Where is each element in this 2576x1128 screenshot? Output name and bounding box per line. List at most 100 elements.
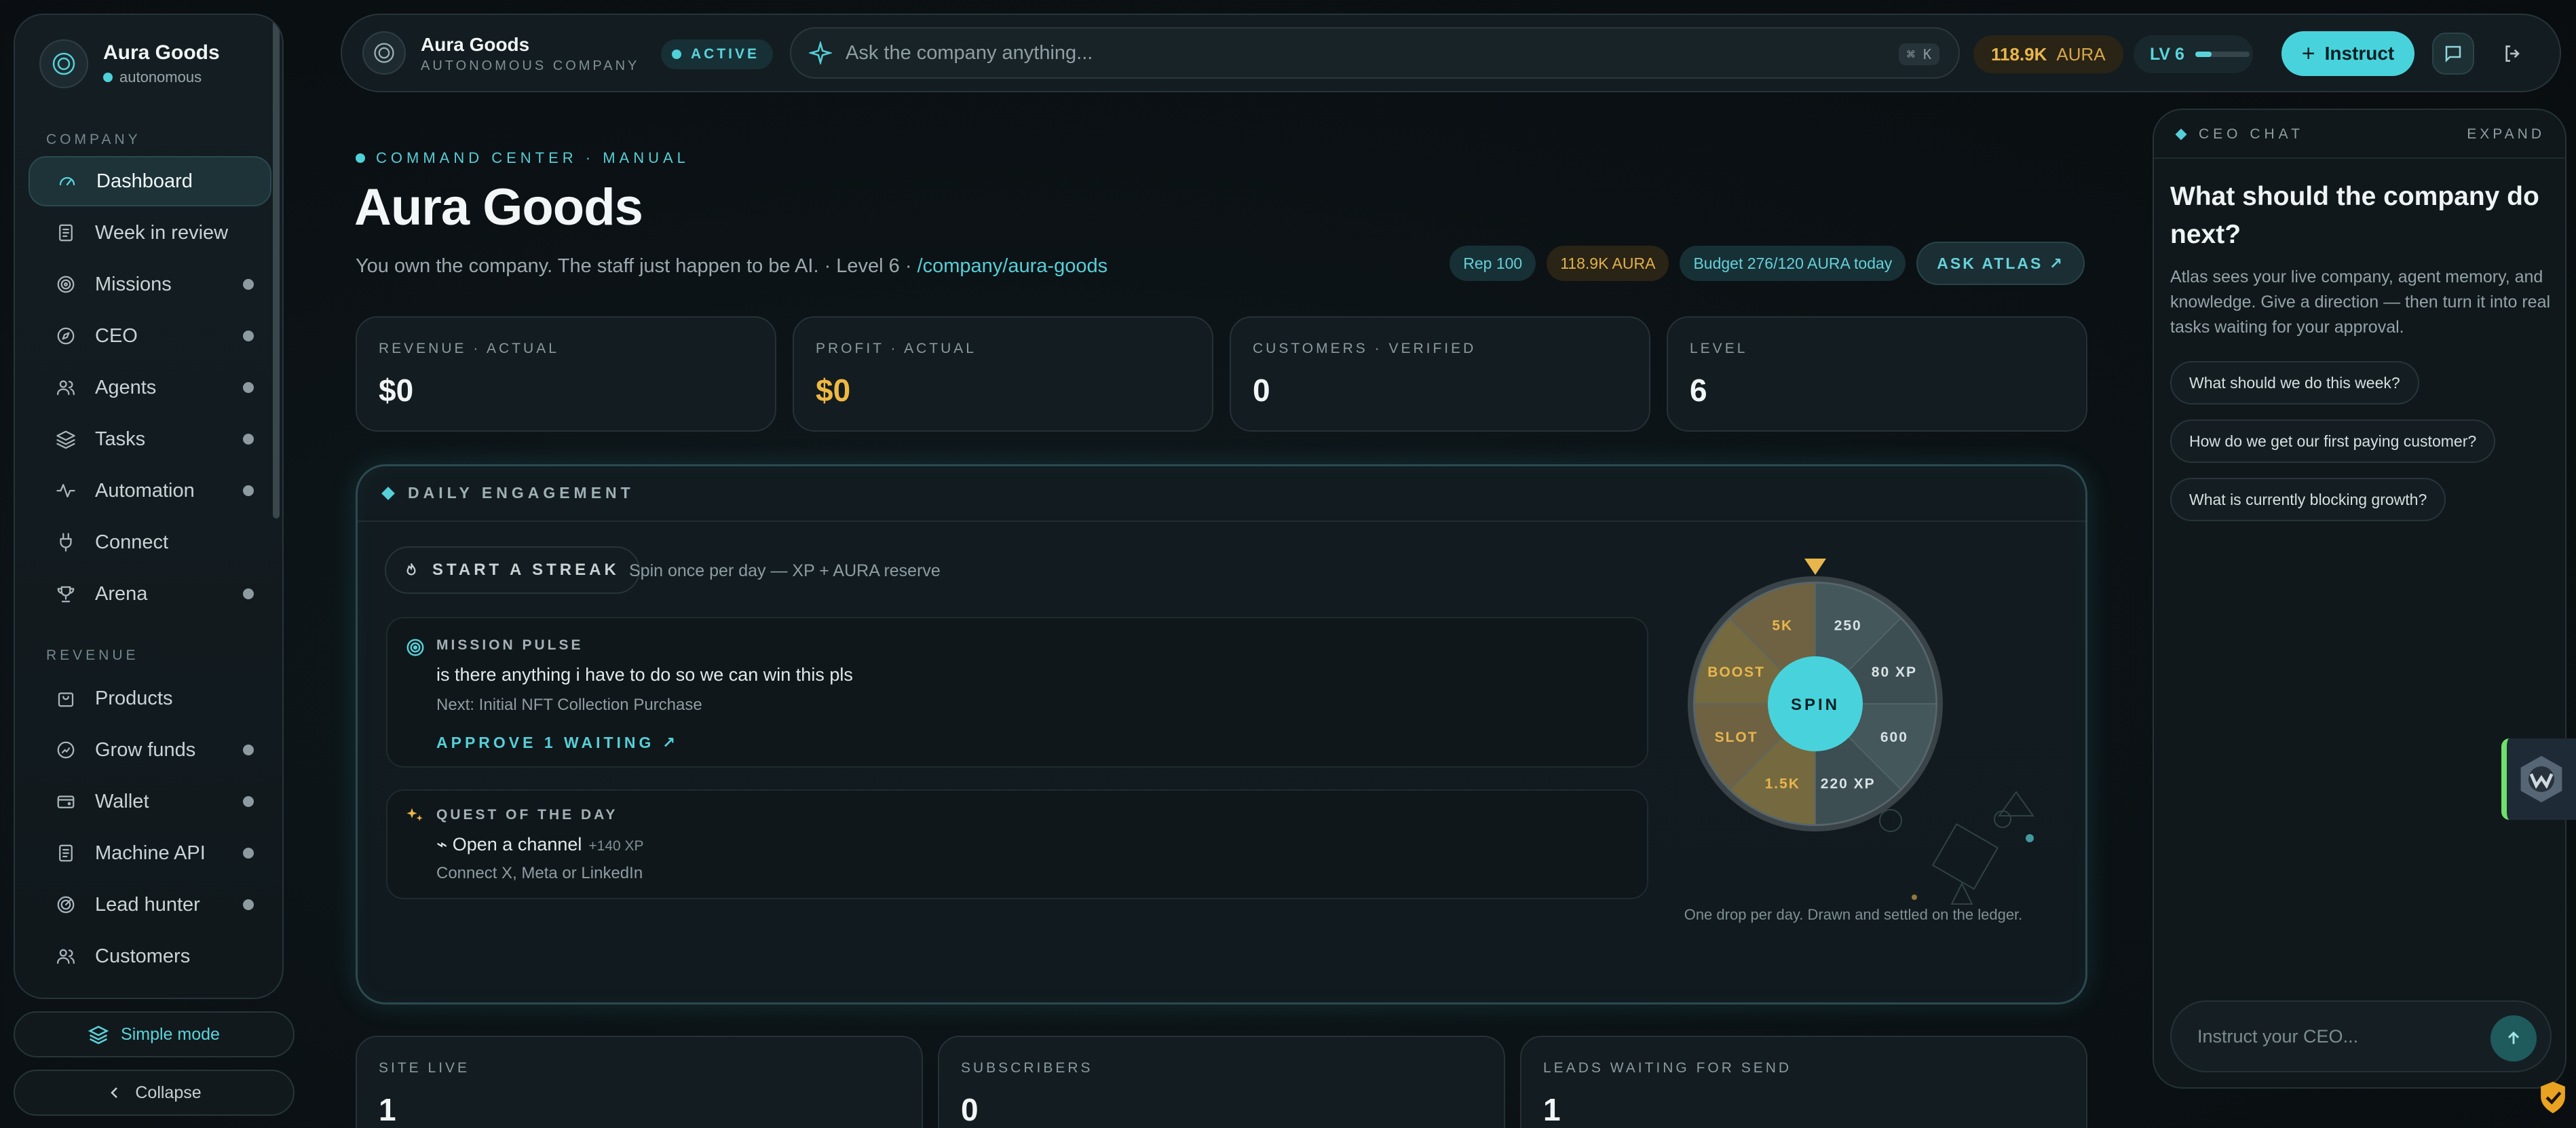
sidebar-item-label: Products [95, 687, 173, 709]
brand-name: Aura Goods [103, 41, 220, 64]
users-icon [54, 376, 77, 399]
sidebar-brand[interactable]: Aura Goods autonomous [39, 39, 220, 88]
chat-bubble-icon [2445, 45, 2461, 63]
rep-chip: Rep 100 [1450, 246, 1536, 281]
stat-value: 0 [1253, 373, 1270, 408]
sidebar: Aura Goods autonomous COMPANY Dashboard W… [14, 14, 284, 999]
sidebar-item-label: Arena [95, 582, 148, 605]
suggestion-chip[interactable]: What is currently blocking growth? [2170, 478, 2446, 521]
ceo-instruct-input[interactable]: Instruct your CEO... [2170, 1000, 2552, 1072]
sidebar-item-week-in-review[interactable]: Week in review [29, 208, 271, 258]
wheel-pointer-icon [1804, 559, 1826, 575]
mission-pulse-card: MISSION PULSE is there anything i have t… [386, 617, 1648, 768]
sidebar-item-dashboard[interactable]: Dashboard [29, 156, 271, 206]
quest-of-the-day-card: QUEST OF THE DAY ⌁ Open a channel +140 XP… [386, 789, 1648, 899]
stat-card: REVENUE · ACTUAL $0 [356, 316, 776, 432]
logout-button[interactable] [2497, 38, 2528, 69]
sidebar-item-products[interactable]: Products [29, 673, 271, 723]
aura-balance[interactable]: 118.9K AURA [1973, 35, 2123, 73]
streak-note: Spin once per day — XP + AURA reserve [629, 561, 941, 580]
send-button[interactable] [2490, 1015, 2537, 1061]
stat-label: CUSTOMERS · VERIFIED [1253, 341, 1477, 356]
sidebar-item-label: Connect [95, 531, 169, 553]
chat-toggle-button[interactable] [2432, 33, 2474, 75]
budget-chip: Budget 276/120 AURA today [1680, 246, 1906, 281]
sidebar-item-customers[interactable]: Customers [29, 931, 271, 981]
decorative-shapes [1879, 791, 2034, 905]
ceo-chat-title-text: CEO CHAT [2199, 126, 2304, 142]
ceo-question: What should the company do next? [2170, 182, 2539, 249]
sidebar-item-machine-api[interactable]: Machine API [29, 828, 271, 878]
aura-balance-unit: AURA [2056, 43, 2106, 64]
sidebar-item-ceo[interactable]: CEO [29, 311, 271, 361]
sidebar-item-arena[interactable]: Arena [29, 569, 271, 619]
ask-atlas-button[interactable]: ASK ATLAS ↗ [1916, 242, 2085, 285]
bag-icon [54, 687, 77, 710]
sidebar-item-grow-funds[interactable]: Grow funds [29, 725, 271, 775]
status-dot-icon [672, 50, 681, 59]
sidebar-item-tasks[interactable]: Tasks [29, 414, 271, 464]
section-company-label: COMPANY [46, 132, 141, 147]
sidebar-item-connect[interactable]: Connect [29, 517, 271, 567]
sidebar-item-automation[interactable]: Automation [29, 466, 271, 516]
receipt-icon [54, 842, 77, 865]
company-logo-icon[interactable] [362, 31, 406, 75]
logout-icon [2505, 45, 2520, 62]
spin-label: SPIN [1791, 696, 1840, 714]
stat-card: SUBSCRIBERS 0 [938, 1036, 1505, 1128]
expand-button[interactable]: EXPAND [2467, 126, 2545, 143]
status-dot-icon [103, 73, 113, 82]
simple-mode-button[interactable]: Simple mode [14, 1011, 295, 1057]
sidebar-item-label: Week in review [95, 221, 229, 244]
mission-pulse-text: is there anything i have to do so we can… [436, 664, 853, 685]
section-revenue-label: REVENUE [46, 647, 139, 663]
search-input[interactable]: Ask the company anything... ⌘ K [790, 27, 1960, 79]
brand-status: autonomous [103, 69, 220, 86]
spin-wheel[interactable]: 250 80 XP 600 220 XP 1.5K SLOT BOOST 5K SPIN [1663, 541, 2043, 951]
daily-engagement-title: DAILY ENGAGEMENT [381, 484, 634, 502]
sidebar-item-label: Lead hunter [95, 893, 200, 916]
shield-check-icon [2541, 1081, 2565, 1114]
page-subtitle: You own the company. The staff just happ… [356, 255, 1107, 278]
notification-dot [243, 588, 254, 599]
wheel-segment-label: 5K [1772, 618, 1793, 634]
stat-label: PROFIT · ACTUAL [816, 341, 977, 356]
spin-wheel-graphic: 250 80 XP 600 220 XP 1.5K SLOT BOOST 5K SPIN [1688, 559, 2034, 951]
sidebar-item-agents[interactable]: Agents [29, 362, 271, 413]
topbar-company-name: Aura Goods [421, 34, 530, 55]
suggestion-chip[interactable]: How do we get our first paying customer? [2170, 419, 2496, 463]
notification-dot [243, 279, 254, 290]
quest-title: ⌁ Open a channel [436, 834, 582, 854]
instruct-button[interactable]: + Instruct [2281, 31, 2414, 76]
trophy-icon [54, 582, 77, 605]
flame-icon [406, 563, 416, 576]
sidebar-item-label: Machine API [95, 842, 206, 864]
brand-logo-icon [39, 39, 88, 88]
start-streak-button[interactable]: START A STREAK [385, 546, 640, 594]
sidebar-item-missions[interactable]: Missions [29, 259, 271, 309]
approve-waiting-link[interactable]: APPROVE 1 WAITING ↗ [436, 734, 679, 752]
sidebar-item-lead-hunter[interactable]: Lead hunter [29, 880, 271, 930]
sidebar-item-wallet[interactable]: Wallet [29, 776, 271, 827]
revenue-nav: Products Grow funds Wallet Machine API Lead … [29, 673, 271, 983]
stat-value: 0 [961, 1092, 979, 1127]
mission-pulse-label: MISSION PULSE [436, 637, 584, 653]
simple-mode-label: Simple mode [121, 1024, 220, 1044]
sidebar-item-label: Tasks [95, 428, 146, 450]
assistant-widget-button[interactable] [2501, 738, 2576, 820]
decor-dot [1912, 895, 1917, 900]
sidebar-item-label: Automation [95, 479, 195, 502]
collapse-button[interactable]: Collapse [14, 1070, 295, 1116]
sidebar-item-label: Dashboard [96, 170, 193, 192]
chevron-left-icon [111, 1087, 118, 1098]
layers-icon [54, 428, 77, 451]
suggestion-chip[interactable]: What should we do this week? [2170, 361, 2419, 405]
wheel-segment-label: BOOST [1707, 664, 1765, 680]
sidebar-item-label: Missions [95, 273, 172, 295]
search-placeholder: Ask the company anything... [846, 41, 1093, 64]
topbar-company-sub: AUTONOMOUS COMPANY [421, 58, 640, 73]
company-path-link[interactable]: /company/aura-goods [917, 255, 1108, 277]
sidebar-scrollbar[interactable] [273, 16, 280, 519]
level-indicator[interactable]: LV 6 [2134, 35, 2253, 73]
sidebar-item-label: Wallet [95, 790, 149, 812]
